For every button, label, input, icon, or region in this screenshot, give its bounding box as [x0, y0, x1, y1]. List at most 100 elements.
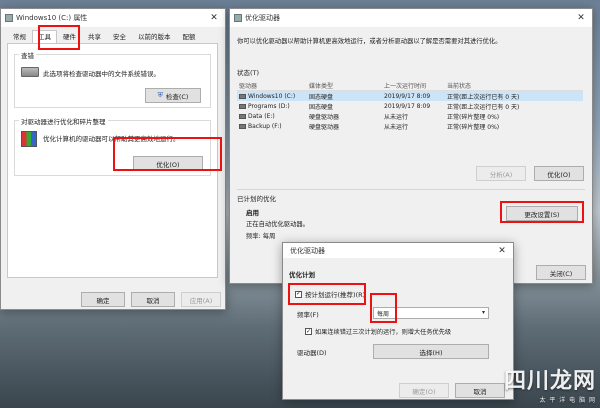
check-button-label: 检查(C)	[165, 92, 189, 101]
watermark-logo: 四川龙网	[503, 369, 596, 394]
drive-icon	[239, 103, 246, 109]
run-on-schedule-label: 按计划运行(推荐)(R)	[305, 291, 366, 299]
drive-cell: Data (E:)	[237, 113, 309, 120]
change-settings-button-label: 更改设置(S)	[524, 210, 560, 219]
scheduled-enabled: 启用	[246, 209, 259, 217]
col-media-type[interactable]: 媒体类型	[309, 81, 384, 90]
optimize-group-title: 对驱动器进行优化和碎片整理	[19, 116, 108, 126]
optimization-schedule-dialog: 优化驱动器 ✕ 优化计划 ✓ 按计划运行(推荐)(R) 频率(F) 每周 ▾ ✓…	[282, 242, 514, 400]
drive-name: Data (E:)	[248, 112, 275, 120]
drive-image-icon	[21, 67, 39, 77]
ok-button-label: 确定	[96, 296, 110, 305]
tab-hardware[interactable]: 硬件	[57, 30, 82, 44]
media-cell: 固态硬盘	[309, 93, 334, 101]
optimize-button-label: 优化(O)	[156, 160, 180, 169]
cancel-button-label: 取消	[146, 296, 160, 305]
run-on-schedule-checkbox[interactable]: ✓ 按计划运行(推荐)(R)	[295, 289, 365, 299]
change-settings-button[interactable]: 更改设置(S)	[506, 206, 578, 221]
schedule-cancel-button-label: 取消	[473, 387, 487, 396]
properties-title: Windows10 (C:) 属性	[16, 14, 88, 22]
status-cell: 正常(距上次运行已有 0 天)	[447, 103, 520, 111]
drive-icon	[239, 93, 246, 99]
schedule-ok-button[interactable]: 确定(O)	[399, 383, 449, 398]
tab-previous-versions[interactable]: 以前的版本	[132, 30, 177, 44]
media-cell: 硬盘驱动器	[309, 113, 340, 121]
tools-tab-panel: 查错 此选项将检查驱动器中的文件系统错误。 ⛨ 检查(C) 对驱动器进行优化和碎…	[7, 43, 218, 278]
frequency-select[interactable]: 每周 ▾	[373, 307, 489, 319]
drive-name: Programs (D:)	[248, 102, 290, 110]
tab-security[interactable]: 安全	[107, 30, 132, 44]
tab-sharing[interactable]: 共享	[82, 30, 107, 44]
schedule-ok-button-label: 确定(O)	[412, 387, 436, 396]
close-icon[interactable]: ✕	[574, 13, 588, 23]
last-run-cell: 从未运行	[384, 123, 409, 131]
table-row[interactable]: Programs (D:) 固态硬盘 2019/9/17 8:09 正常(距上次…	[237, 101, 583, 111]
drives-table-header: 驱动器 媒体类型 上一次运行时间 当前状态	[237, 81, 583, 91]
last-run-cell: 2019/9/17 8:09	[384, 102, 431, 110]
drive-cell: Backup (F:)	[237, 123, 309, 130]
checkbox-checked-icon: ✓	[305, 327, 312, 335]
increase-priority-label: 如果连续错过三次计划的运行，则增大任务优先级	[315, 329, 452, 336]
checkbox-checked-icon: ✓	[295, 290, 302, 298]
chevron-down-icon: ▾	[481, 309, 485, 316]
choose-drives-button[interactable]: 选择(H)	[373, 344, 489, 359]
table-row[interactable]: Data (E:) 硬盘驱动器 从未运行 正常(碎片整理 0%)	[237, 111, 583, 121]
choose-drives-button-label: 选择(H)	[419, 348, 443, 357]
frequency-select-value: 每周	[377, 310, 390, 318]
status-cell: 正常(距上次运行已有 0 天)	[447, 93, 520, 101]
drive-icon	[239, 113, 246, 119]
table-row[interactable]: Windows10 (C:) 固态硬盘 2019/9/17 8:09 正常(距上…	[237, 91, 583, 101]
watermark-subtitle: 太 平 洋 电 脑 网	[539, 397, 596, 404]
properties-titlebar: Windows10 (C:) 属性 ✕	[1, 9, 225, 27]
media-cell: 固态硬盘	[309, 103, 334, 111]
close-icon[interactable]: ✕	[207, 13, 221, 23]
col-last-run[interactable]: 上一次运行时间	[384, 81, 447, 90]
status-label: 状态(T)	[237, 69, 260, 77]
tab-tools[interactable]: 工具	[32, 30, 57, 44]
error-checking-group: 查错 此选项将检查驱动器中的文件系统错误。 ⛨ 检查(C)	[14, 50, 211, 108]
col-drive[interactable]: 驱动器	[237, 81, 309, 90]
error-checking-desc: 此选项将检查驱动器中的文件系统错误。	[43, 70, 160, 78]
drives-table: 驱动器 媒体类型 上一次运行时间 当前状态 Windows10 (C:) 固态硬…	[237, 81, 583, 131]
close-button[interactable]: 关闭(C)	[536, 265, 586, 280]
tab-quota[interactable]: 配额	[177, 30, 202, 44]
status-cell: 正常(碎片整理 0%)	[447, 123, 500, 131]
properties-tabs: 常规 工具 硬件 共享 安全 以前的版本 配额	[7, 30, 202, 44]
last-run-cell: 从未运行	[384, 113, 409, 121]
analyze-button[interactable]: 分析(A)	[476, 166, 526, 181]
cancel-button[interactable]: 取消	[131, 292, 175, 307]
optimize-button[interactable]: 优化(O)	[133, 156, 203, 171]
frequency-text: 频率: 每周	[246, 233, 276, 240]
last-run-cell: 2019/9/17 8:09	[384, 92, 431, 100]
auto-optimize-text: 正在自动优化驱动器。	[246, 221, 309, 228]
drive-name: Windows10 (C:)	[248, 92, 296, 100]
check-button[interactable]: ⛨ 检查(C)	[145, 88, 201, 103]
optimize-group-desc: 优化计算机的驱动器可以帮助其更高效地运行。	[43, 135, 180, 143]
schedule-cancel-button[interactable]: 取消	[455, 383, 505, 398]
drives-label: 驱动器(D)	[297, 349, 327, 357]
media-cell: 硬盘驱动器	[309, 123, 340, 131]
apply-button-label: 应用(A)	[189, 296, 213, 305]
apply-button[interactable]: 应用(A)	[181, 292, 221, 307]
status-cell: 正常(碎片整理 0%)	[447, 113, 500, 121]
drive-icon	[5, 14, 13, 22]
shield-icon: ⛨	[157, 91, 163, 99]
drive-properties-window: Windows10 (C:) 属性 ✕ 常规 工具 硬件 共享 安全 以前的版本…	[0, 8, 226, 310]
defrag-icon	[21, 131, 37, 147]
col-current-status[interactable]: 当前状态	[447, 81, 557, 90]
scheduled-label: 已计划的优化	[237, 195, 276, 203]
optimize-drive-button[interactable]: 优化(O)	[534, 166, 584, 181]
increase-priority-checkbox[interactable]: ✓ 如果连续错过三次计划的运行，则增大任务优先级	[305, 327, 451, 336]
tab-general[interactable]: 常规	[7, 30, 32, 44]
divider	[237, 189, 585, 190]
site-watermark: 四川龙网 太 平 洋 电 脑 网	[504, 363, 596, 404]
analyze-button-label: 分析(A)	[489, 170, 513, 179]
optimize-intro: 你可以优化驱动器以帮助计算机更高效地运行，或者分析驱动器以了解是否需要对其进行优…	[237, 38, 502, 45]
close-icon[interactable]: ✕	[495, 246, 509, 256]
schedule-dialog-title: 优化驱动器	[290, 246, 325, 255]
drive-name: Backup (F:)	[248, 122, 282, 130]
drive-icon	[239, 123, 246, 129]
table-row[interactable]: Backup (F:) 硬盘驱动器 从未运行 正常(碎片整理 0%)	[237, 121, 583, 131]
optimize-group: 对驱动器进行优化和碎片整理 优化计算机的驱动器可以帮助其更高效地运行。 优化(O…	[14, 116, 211, 176]
ok-button[interactable]: 确定	[81, 292, 125, 307]
